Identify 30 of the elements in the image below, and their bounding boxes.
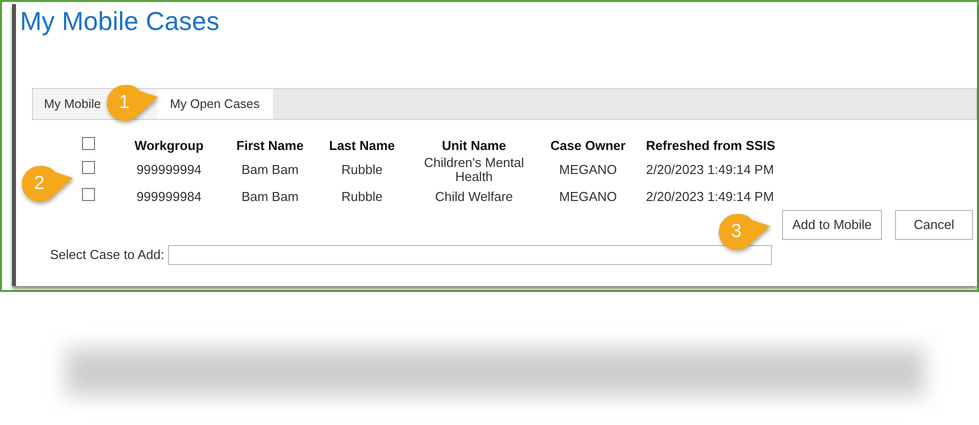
table-cell: 2/20/2023 1:49:14 PM bbox=[646, 189, 774, 204]
table-cell: Rubble bbox=[341, 189, 383, 204]
column-header: Unit Name bbox=[442, 138, 506, 154]
table-cell: Child Welfare bbox=[435, 189, 513, 204]
field-label: Select Case to Add: bbox=[50, 246, 164, 264]
step-number: 1 bbox=[119, 91, 130, 115]
checkbox[interactable] bbox=[82, 188, 94, 202]
column-header: Last Name bbox=[329, 138, 395, 154]
table-cell: MEGANO bbox=[559, 162, 617, 177]
tab[interactable]: My Open Cases bbox=[157, 89, 273, 119]
column-header: First Name bbox=[236, 138, 304, 154]
table-cell: Bam Bam bbox=[241, 189, 299, 204]
column-header: Workgroup bbox=[134, 138, 204, 154]
table-cell: Rubble bbox=[341, 162, 383, 177]
page-title: My Mobile Cases bbox=[19, 5, 220, 36]
step-number: 2 bbox=[34, 172, 45, 196]
table-cell: 999999994 bbox=[136, 162, 202, 177]
action-button[interactable]: Add to Mobile bbox=[782, 210, 882, 240]
step-number: 3 bbox=[731, 220, 742, 244]
table-cell: 999999984 bbox=[136, 189, 202, 204]
checkbox[interactable] bbox=[82, 137, 94, 150]
input-field[interactable] bbox=[168, 245, 772, 265]
table-cell: 2/20/2023 1:49:14 PM bbox=[646, 162, 774, 177]
column-header: Refreshed from SSIS bbox=[646, 138, 776, 154]
table-cell: MEGANO bbox=[559, 189, 617, 204]
checkbox[interactable] bbox=[82, 161, 94, 174]
column-header: Case Owner bbox=[550, 138, 626, 154]
table-cell: Bam Bam bbox=[241, 162, 299, 177]
table-cell: Children's Mental Health bbox=[424, 155, 524, 184]
action-button[interactable]: Cancel bbox=[895, 210, 973, 240]
